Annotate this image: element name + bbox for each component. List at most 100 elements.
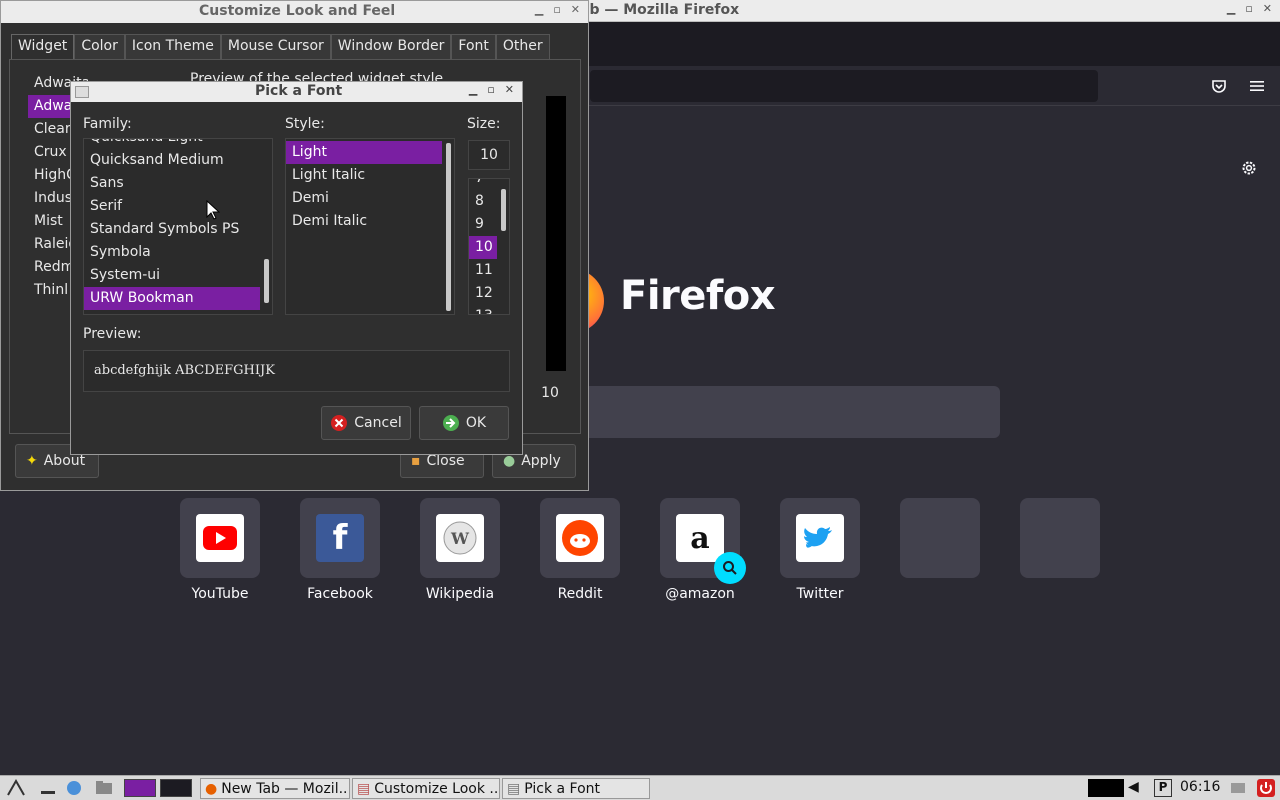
tab-color[interactable]: Color <box>74 34 125 60</box>
svg-text:W: W <box>450 529 470 548</box>
shortcut-tile-empty[interactable] <box>900 498 980 578</box>
pf-titlebar[interactable]: Pick a Font ▁ ▫ ✕ <box>71 82 522 102</box>
tab-mouse-cursor[interactable]: Mouse Cursor <box>220 34 331 60</box>
amazon-icon: a <box>676 514 724 562</box>
shortcut-label: Twitter <box>796 586 844 602</box>
style-scrollbar[interactable] <box>446 143 451 311</box>
url-bar[interactable] <box>590 70 1098 102</box>
reddit-icon <box>556 514 604 562</box>
task-firefox[interactable]: ● New Tab — Mozil... <box>200 778 350 799</box>
family-item[interactable]: Quicksand Light <box>84 139 272 149</box>
family-item[interactable]: Quicksand Medium <box>84 149 272 172</box>
workspace-1[interactable] <box>124 779 156 797</box>
size-item-selected[interactable]: 10 <box>469 236 497 259</box>
family-label: Family: <box>83 116 132 132</box>
style-list[interactable]: Light Light Italic Demi Demi Italic <box>285 138 455 315</box>
tab-icon-theme[interactable]: Icon Theme <box>124 34 221 60</box>
shortcut-tile-wikipedia[interactable]: W <box>420 498 500 578</box>
family-item-selected[interactable]: URW Bookman <box>84 287 260 310</box>
family-list[interactable]: Quicksand Light Quicksand Medium Sans Se… <box>83 138 273 315</box>
pf-window-title: Pick a Font <box>255 83 343 99</box>
facebook-icon: f <box>316 514 364 562</box>
power-icon[interactable] <box>1256 779 1276 797</box>
family-scrollbar[interactable] <box>264 259 269 303</box>
minimize-icon[interactable]: ▁ <box>535 3 543 16</box>
youtube-icon <box>196 514 244 562</box>
close-icon[interactable]: ✕ <box>571 3 580 16</box>
ok-icon <box>442 415 459 431</box>
tab-widget[interactable]: Widget <box>11 34 75 60</box>
ok-button[interactable]: OK <box>419 406 509 440</box>
cancel-button[interactable]: Cancel <box>321 406 411 440</box>
close-icon[interactable]: ✕ <box>1263 2 1272 15</box>
style-label: Style: <box>285 116 325 132</box>
apply-icon: ● <box>503 453 516 469</box>
close-icon[interactable]: ✕ <box>505 83 514 96</box>
web-browser-icon[interactable] <box>64 779 84 797</box>
lock-screen-icon[interactable] <box>1228 779 1248 797</box>
lxa-window-title: Customize Look and Feel <box>199 3 396 19</box>
shortcut-tile-twitter[interactable] <box>780 498 860 578</box>
task-pick-a-font[interactable]: ▤ Pick a Font <box>502 778 650 799</box>
style-item-selected[interactable]: Light <box>286 141 442 164</box>
task-customize-look[interactable]: ▤ Customize Look ... <box>352 778 500 799</box>
shortcut-tile-facebook[interactable]: f <box>300 498 380 578</box>
family-item[interactable]: Symbola <box>84 241 272 264</box>
tab-other[interactable]: Other <box>495 34 550 60</box>
window-icon: ▤ <box>507 780 521 797</box>
minimize-icon[interactable]: ▁ <box>469 83 477 96</box>
minimize-icon[interactable]: ▁ <box>1227 2 1235 15</box>
tab-window-border[interactable]: Window Border <box>330 34 452 60</box>
system-monitor <box>1088 779 1124 797</box>
shortcut-label: YouTube <box>191 586 249 602</box>
shortcut-label: Wikipedia <box>425 586 495 602</box>
maximize-icon[interactable]: ▫ <box>487 83 494 96</box>
mouse-pointer-icon <box>206 200 220 220</box>
shortcut-label: Facebook <box>307 586 373 602</box>
style-item[interactable]: Light Italic <box>286 164 454 187</box>
gear-icon[interactable] <box>1240 159 1258 177</box>
shortcut-label: Reddit <box>557 586 603 602</box>
pick-a-font-dialog: Pick a Font ▁ ▫ ✕ Family: Style: Size: Q… <box>70 81 523 455</box>
minimize-all-icon[interactable] <box>38 779 58 797</box>
twitter-icon <box>796 514 844 562</box>
size-label: Size: <box>467 116 501 132</box>
shortcut-tile-empty[interactable] <box>1020 498 1100 578</box>
size-item[interactable]: 13 <box>469 305 509 314</box>
firefox-icon: ● <box>205 780 218 797</box>
size-item[interactable]: 12 <box>469 282 509 305</box>
clock[interactable]: 06:16 <box>1180 779 1220 795</box>
close-icon: ▪ <box>411 453 421 469</box>
cancel-icon <box>331 415 348 431</box>
volume-icon[interactable]: ◀ <box>1128 779 1148 797</box>
taskbar: ● New Tab — Mozil... ▤ Customize Look ..… <box>0 775 1280 800</box>
size-entry[interactable]: 10 <box>468 140 510 170</box>
shortcut-tile-reddit[interactable] <box>540 498 620 578</box>
style-item[interactable]: Demi Italic <box>286 210 454 233</box>
parcellite-icon[interactable]: P <box>1154 779 1172 797</box>
file-manager-icon[interactable] <box>94 779 114 797</box>
maximize-icon[interactable]: ▫ <box>1245 2 1252 15</box>
firefox-window-title: ab — Mozilla Firefox <box>580 2 740 18</box>
size-list[interactable]: 7 8 9 10 11 12 13 <box>468 178 510 315</box>
app-icon <box>75 86 89 98</box>
pocket-icon[interactable] <box>1211 78 1227 94</box>
hamburger-menu-icon[interactable] <box>1249 78 1265 94</box>
size-item[interactable]: 11 <box>469 259 509 282</box>
lxa-tabs: Widget Color Icon Theme Mouse Cursor Win… <box>11 34 550 60</box>
family-item[interactable]: Serif <box>84 195 272 218</box>
search-box[interactable] <box>560 386 1000 438</box>
size-scrollbar[interactable] <box>501 189 506 231</box>
start-menu-icon[interactable] <box>6 779 26 797</box>
family-item[interactable]: Standard Symbols PS <box>84 218 272 241</box>
font-size-value[interactable]: 10 <box>530 380 570 406</box>
preview-text-field[interactable]: abcdefghijk ABCDEFGHIJK <box>83 350 510 392</box>
style-item[interactable]: Demi <box>286 187 454 210</box>
tab-font[interactable]: Font <box>451 34 496 60</box>
family-item[interactable]: Sans <box>84 172 272 195</box>
lxa-titlebar[interactable]: Customize Look and Feel ▁ ▫ ✕ <box>1 1 588 23</box>
maximize-icon[interactable]: ▫ <box>553 3 560 16</box>
family-item[interactable]: System-ui <box>84 264 272 287</box>
workspace-2[interactable] <box>160 779 192 797</box>
shortcut-tile-youtube[interactable] <box>180 498 260 578</box>
